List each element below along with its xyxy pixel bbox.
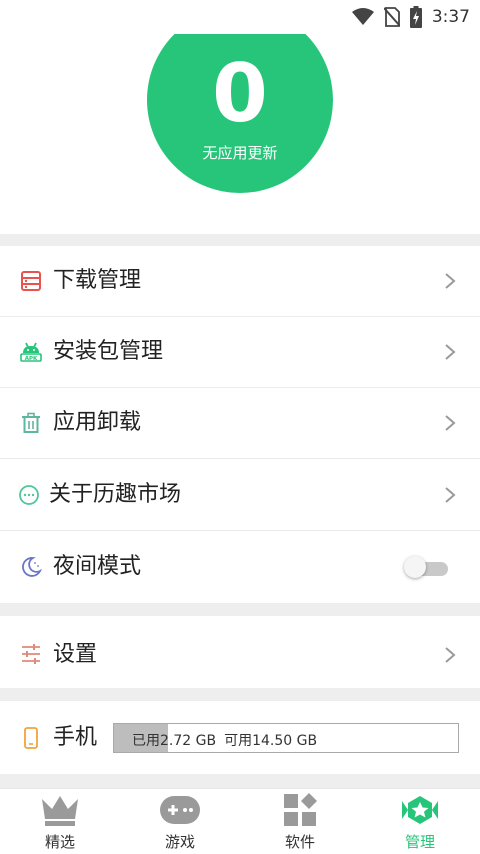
svg-text:APK: APK — [25, 356, 38, 362]
chevron-right-icon — [445, 487, 456, 503]
phone-storage-row: 手机 已用2.72 GB 可用14.50 GB — [0, 701, 480, 774]
night-mode-toggle[interactable] — [404, 556, 448, 578]
crown-icon — [42, 796, 78, 826]
menu-item-settings[interactable]: 设置 — [0, 616, 480, 688]
status-time: 3:37 — [431, 7, 470, 27]
bottom-navigation: 精选 游戏 软件 管理 — [0, 788, 480, 853]
tab-label: 游戏 — [164, 833, 195, 851]
phone-storage-label: 手机 — [53, 725, 98, 750]
menu-item-label: 安装包管理 — [53, 339, 164, 364]
menu-item-label: 夜间模式 — [53, 554, 142, 579]
moon-icon — [22, 557, 42, 577]
menu-item-download-manager[interactable]: 下载管理 — [0, 246, 480, 317]
tab-featured[interactable]: 精选 — [0, 789, 120, 854]
menu-item-label: 设置 — [53, 642, 98, 667]
tab-label: 精选 — [44, 833, 75, 851]
section-divider — [0, 234, 480, 246]
section-divider — [0, 603, 480, 616]
wifi-icon — [351, 8, 374, 25]
menu-item-label: 下载管理 — [53, 268, 142, 293]
chevron-right-icon — [445, 647, 456, 663]
chat-bubble-icon — [19, 485, 39, 505]
apps-grid-icon — [284, 793, 317, 826]
chevron-right-icon — [445, 344, 456, 360]
update-hero: 0 无应用更新 — [0, 34, 480, 234]
no-sim-icon — [383, 7, 400, 27]
battery-charging-icon — [409, 6, 422, 28]
menu-item-apk-manager[interactable]: APK 安装包管理 — [0, 317, 480, 388]
menu-item-about[interactable]: 关于历趣市场 — [0, 460, 480, 531]
tab-label: 软件 — [284, 833, 315, 851]
status-bar: 3:37 — [0, 0, 480, 34]
menu-item-label: 应用卸载 — [53, 410, 142, 435]
sliders-icon — [22, 644, 40, 664]
storage-used-text: 已用2.72 GB — [132, 733, 217, 749]
storage-usage-bar: 已用2.72 GB 可用14.50 GB — [113, 723, 459, 753]
update-status-text: 无应用更新 — [202, 144, 278, 162]
chevron-right-icon — [445, 273, 456, 289]
star-badge-icon — [402, 796, 438, 824]
storage-free-text: 可用14.50 GB — [224, 733, 318, 749]
gamepad-icon — [160, 796, 200, 824]
section-divider — [0, 774, 480, 788]
tab-software[interactable]: 软件 — [240, 789, 360, 854]
menu-item-night-mode: 夜间模式 — [0, 532, 480, 603]
phone-icon — [24, 727, 38, 749]
toggle-knob — [404, 556, 426, 578]
tab-manage[interactable]: 管理 — [360, 789, 480, 854]
trash-icon — [22, 412, 40, 433]
update-count-circle[interactable]: 0 无应用更新 — [147, 34, 333, 193]
update-count: 0 — [212, 47, 268, 140]
tab-label: 管理 — [404, 833, 435, 851]
download-list-icon — [21, 271, 41, 291]
tab-games[interactable]: 游戏 — [120, 789, 240, 854]
menu-item-app-uninstall[interactable]: 应用卸载 — [0, 388, 480, 459]
section-divider — [0, 688, 480, 701]
android-apk-icon: APK — [20, 342, 42, 362]
chevron-right-icon — [445, 415, 456, 431]
menu-item-label: 关于历趣市场 — [49, 482, 182, 507]
